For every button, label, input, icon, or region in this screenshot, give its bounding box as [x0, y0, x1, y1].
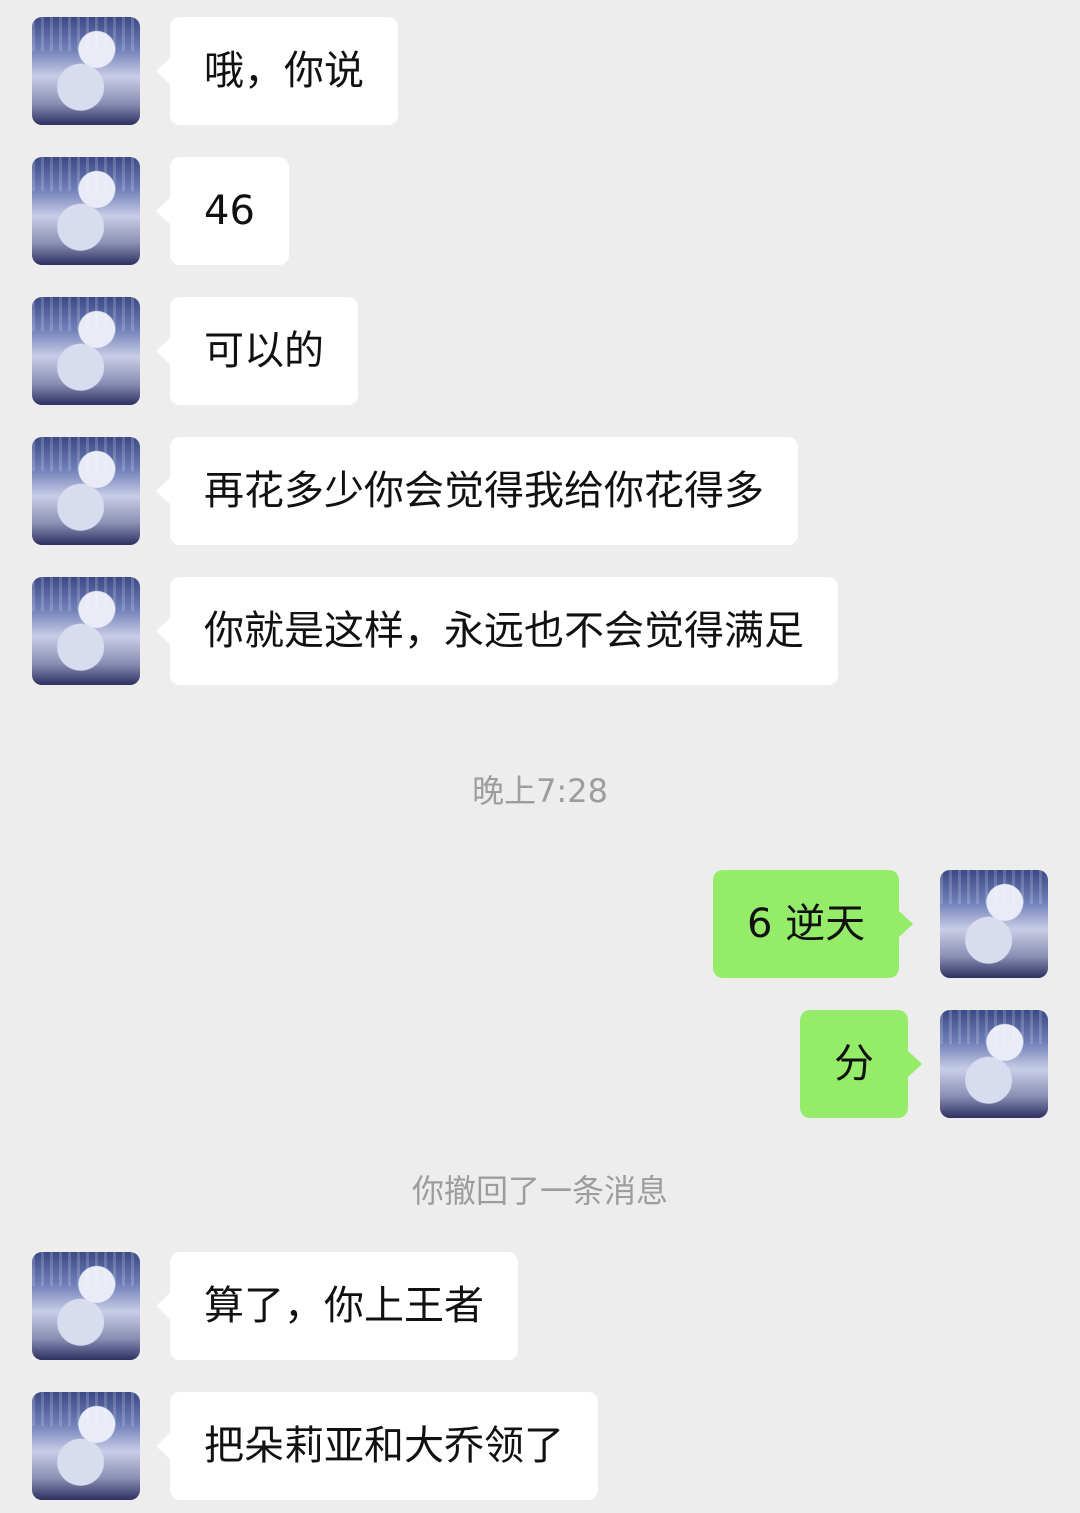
- incoming-message-bubble[interactable]: 你就是这样，永远也不会觉得满足: [156, 577, 838, 685]
- contact-avatar[interactable]: [32, 1392, 140, 1500]
- incoming-message-bubble[interactable]: 再花多少你会觉得我给你花得多: [156, 437, 798, 545]
- message-row: 把朵莉亚和大乔领了: [0, 1392, 1080, 1500]
- my-avatar[interactable]: [940, 1010, 1048, 1118]
- contact-avatar[interactable]: [32, 297, 140, 405]
- contact-avatar[interactable]: [32, 437, 140, 545]
- message-row: 算了，你上王者: [0, 1252, 1080, 1360]
- my-avatar[interactable]: [940, 870, 1048, 978]
- chat-window: 哦，你说 46 可以的 再花多少你会觉得我给你花得多 你就是这样，永远也不会觉得…: [0, 0, 1080, 1513]
- message-row: 哦，你说: [0, 17, 1080, 125]
- outgoing-message-bubble[interactable]: 分: [800, 1010, 922, 1118]
- message-row: 你就是这样，永远也不会觉得满足: [0, 577, 1080, 685]
- message-row: 再花多少你会觉得我给你花得多: [0, 437, 1080, 545]
- incoming-message-bubble[interactable]: 可以的: [156, 297, 358, 405]
- contact-avatar[interactable]: [32, 577, 140, 685]
- timestamp-label: 晚上7:28: [472, 772, 608, 810]
- outgoing-message-bubble[interactable]: 6 逆天: [713, 870, 914, 978]
- message-row: 6 逆天: [0, 870, 1080, 978]
- incoming-message-bubble[interactable]: 算了，你上王者: [156, 1252, 518, 1360]
- recalled-message-notice: 你撤回了一条消息: [411, 1172, 668, 1210]
- incoming-message-bubble[interactable]: 哦，你说: [156, 17, 398, 125]
- message-row: 46: [0, 157, 1080, 265]
- incoming-message-bubble[interactable]: 把朵莉亚和大乔领了: [156, 1392, 598, 1500]
- contact-avatar[interactable]: [32, 1252, 140, 1360]
- contact-avatar[interactable]: [32, 17, 140, 125]
- message-row: 分: [0, 1010, 1080, 1118]
- message-row: 可以的: [0, 297, 1080, 405]
- contact-avatar[interactable]: [32, 157, 140, 265]
- incoming-message-bubble[interactable]: 46: [156, 157, 289, 265]
